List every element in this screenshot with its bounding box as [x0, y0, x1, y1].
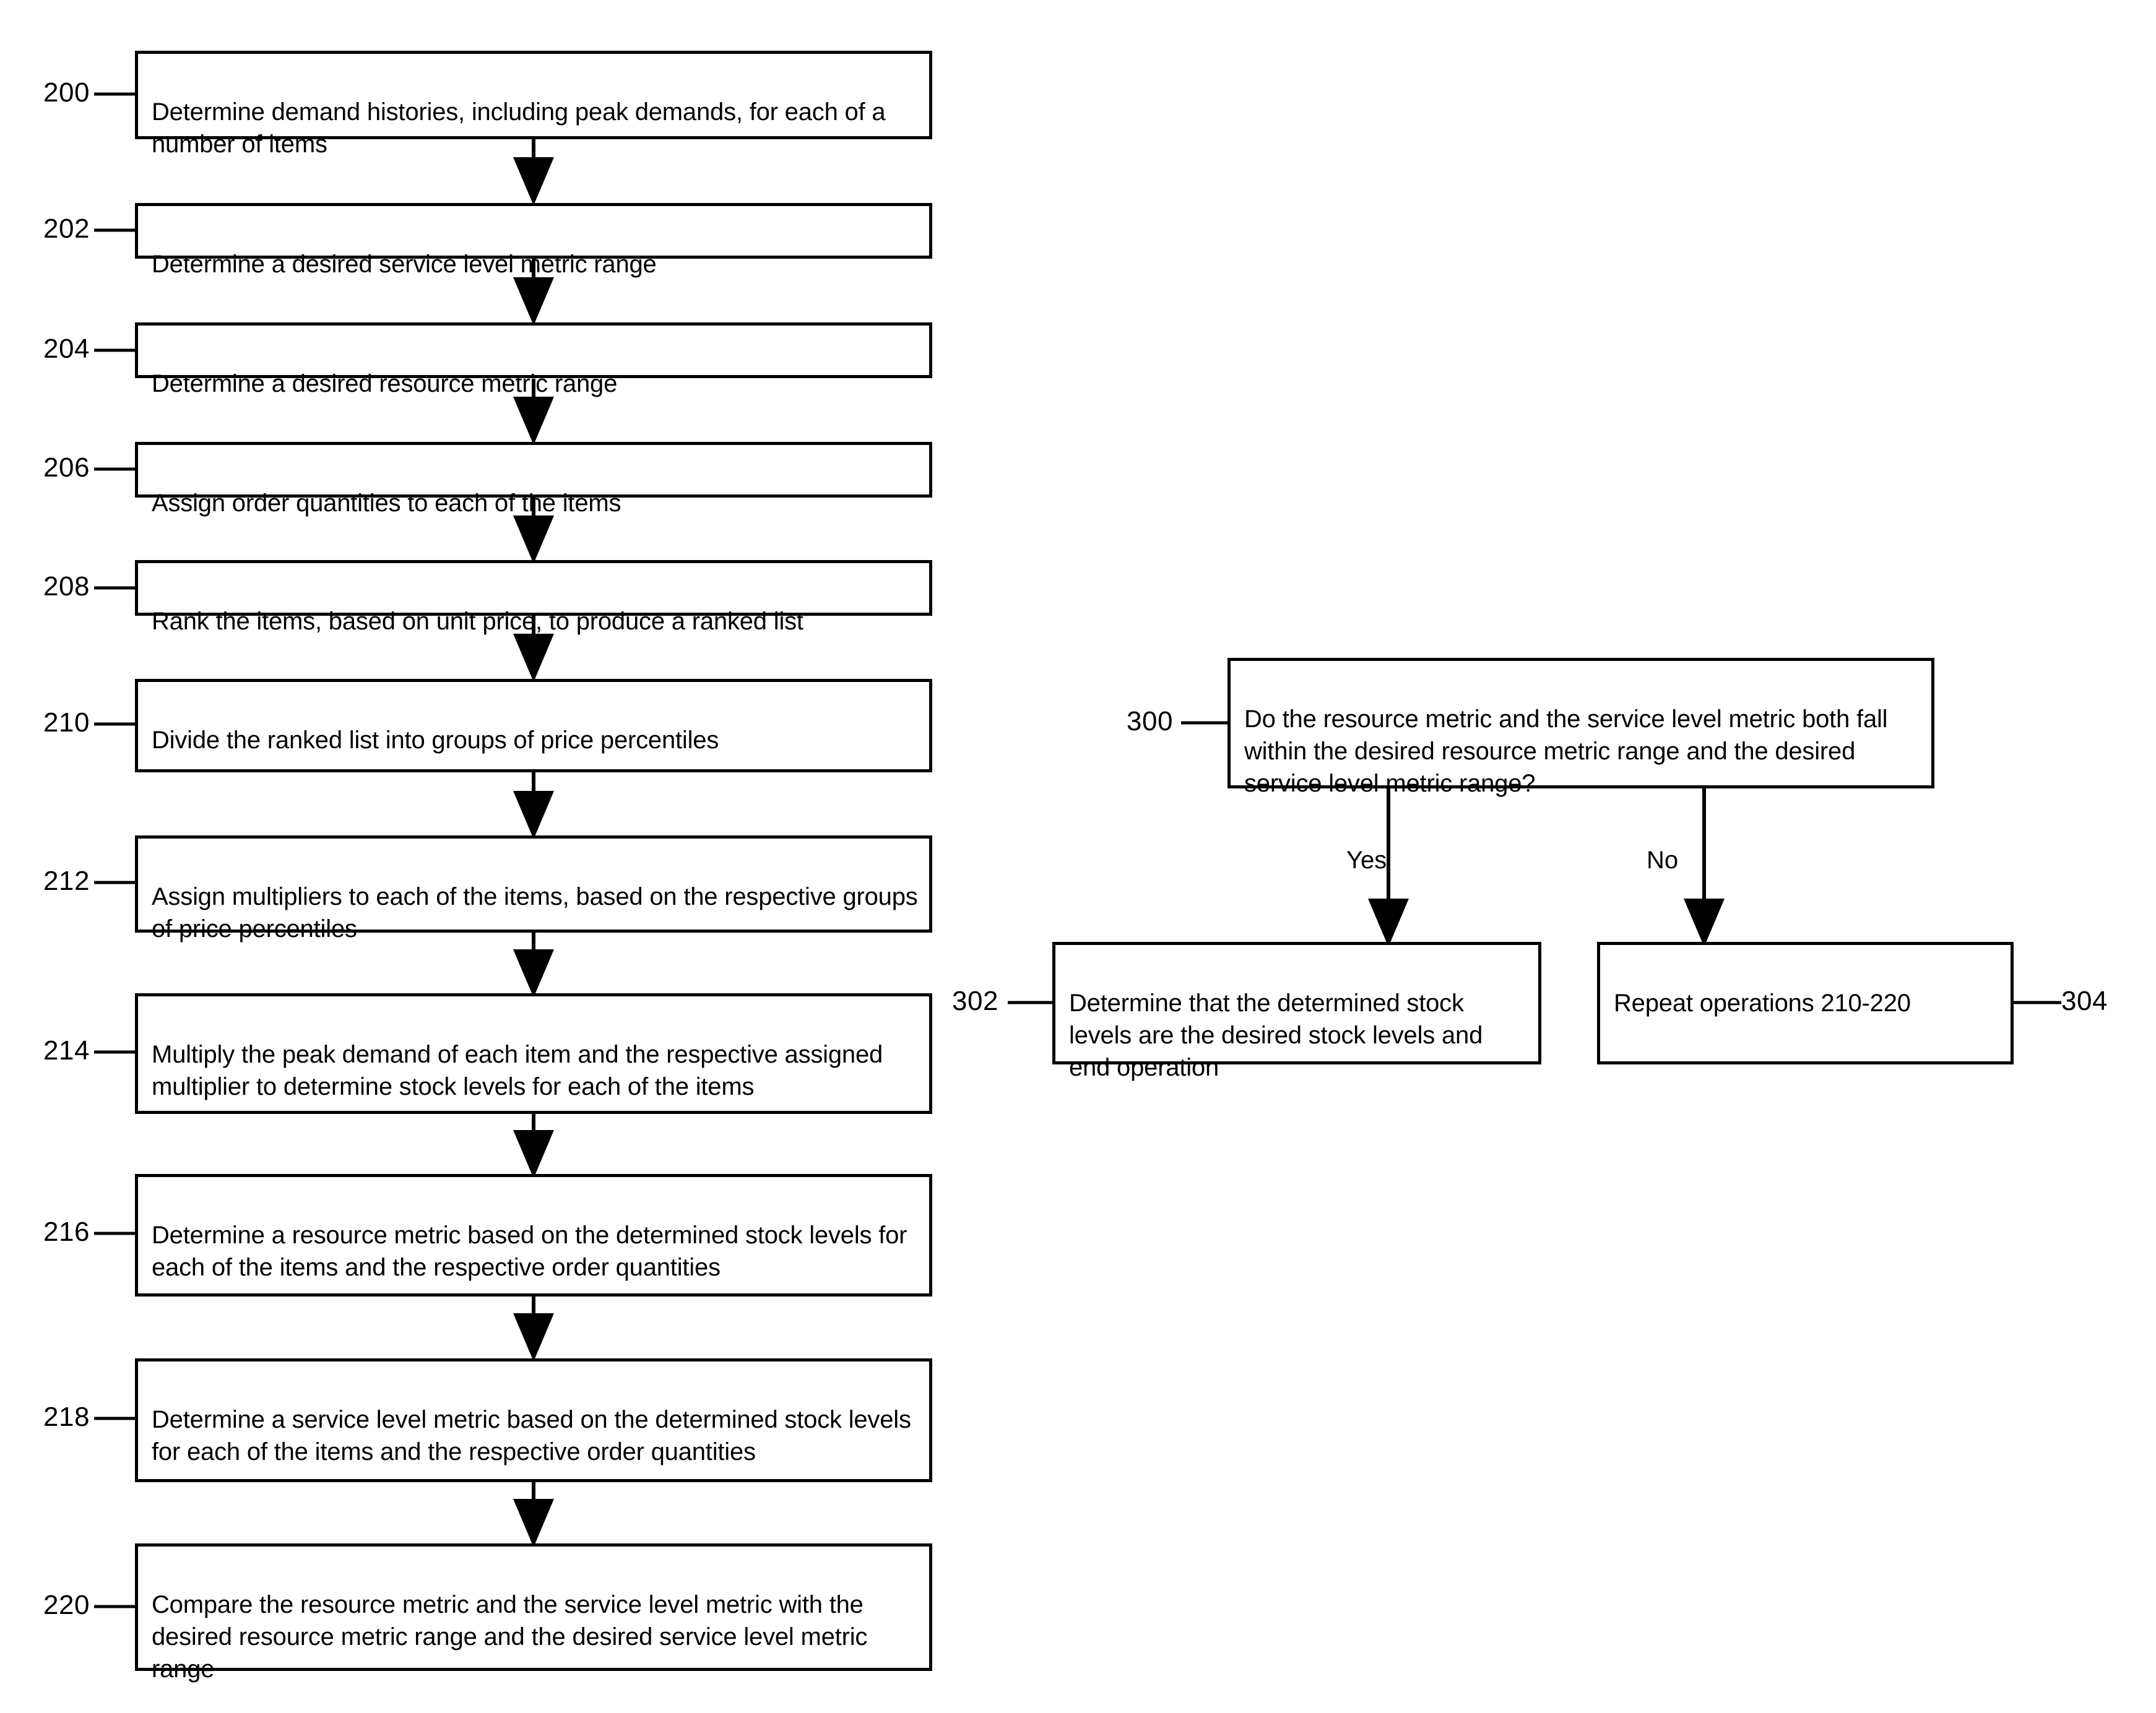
process-box-212-text: Assign multipliers to each of the items,… — [152, 883, 918, 943]
ref-number-210: 210 — [43, 707, 90, 738]
process-box-216: Determine a resource metric based on the… — [135, 1174, 932, 1297]
ref-number-218: 218 — [43, 1402, 90, 1432]
process-box-218: Determine a service level metric based o… — [135, 1358, 932, 1482]
ref-number-200: 200 — [43, 77, 90, 108]
ref-number-202: 202 — [43, 214, 90, 244]
process-box-214-text: Multiply the peak demand of each item an… — [152, 1041, 883, 1100]
ref-number-204: 204 — [43, 334, 90, 364]
ref-number-214: 214 — [43, 1035, 90, 1066]
process-box-208-text: Rank the items, based on unit price, to … — [152, 608, 803, 635]
process-box-202-text: Determine a desired service level metric… — [152, 251, 657, 278]
branch-label-yes: Yes — [1346, 847, 1387, 874]
process-box-204-text: Determine a desired resource metric rang… — [152, 370, 618, 397]
process-box-200: Determine demand histories, including pe… — [135, 51, 932, 158]
process-box-302-text: Determine that the determined stock leve… — [1069, 990, 1483, 1081]
ref-number-212: 212 — [43, 866, 90, 896]
process-box-304: Repeat operations 210-220 — [1597, 942, 2014, 1064]
ref-number-304: 304 — [2061, 986, 2108, 1016]
decision-box-300: Do the resource metric and the service l… — [1227, 658, 1934, 797]
ref-number-206: 206 — [43, 452, 90, 483]
ref-number-302: 302 — [952, 986, 998, 1016]
ref-number-208: 208 — [43, 571, 90, 602]
process-box-200-text: Determine demand histories, including pe… — [152, 98, 886, 158]
process-box-206-text: Assign order quantities to each of the i… — [152, 490, 621, 517]
process-box-202: Determine a desired service level metric… — [135, 203, 932, 278]
decision-box-300-text: Do the resource metric and the service l… — [1244, 705, 1888, 797]
process-box-210: Divide the ranked list into groups of pr… — [135, 679, 932, 772]
process-box-216-text: Determine a resource metric based on the… — [152, 1222, 907, 1281]
process-box-304-text: Repeat operations 210-220 — [1614, 990, 1911, 1017]
process-box-218-text: Determine a service level metric based o… — [152, 1406, 911, 1465]
process-box-220: Compare the resource metric and the serv… — [135, 1543, 932, 1683]
ref-number-300: 300 — [1127, 706, 1173, 736]
process-box-214: Multiply the peak demand of each item an… — [135, 993, 932, 1114]
process-box-212: Assign multipliers to each of the items,… — [135, 835, 932, 943]
process-box-206: Assign order quantities to each of the i… — [135, 442, 932, 517]
branch-label-no: No — [1647, 847, 1679, 874]
ref-number-220: 220 — [43, 1590, 90, 1620]
ref-number-216: 216 — [43, 1217, 90, 1247]
process-box-220-text: Compare the resource metric and the serv… — [152, 1591, 868, 1683]
flowchart-canvas: Determine demand histories, including pe… — [0, 0, 2156, 1713]
process-box-302: Determine that the determined stock leve… — [1052, 942, 1541, 1081]
process-box-208: Rank the items, based on unit price, to … — [135, 560, 932, 635]
process-box-204: Determine a desired resource metric rang… — [135, 322, 932, 397]
process-box-210-text: Divide the ranked list into groups of pr… — [152, 727, 719, 754]
